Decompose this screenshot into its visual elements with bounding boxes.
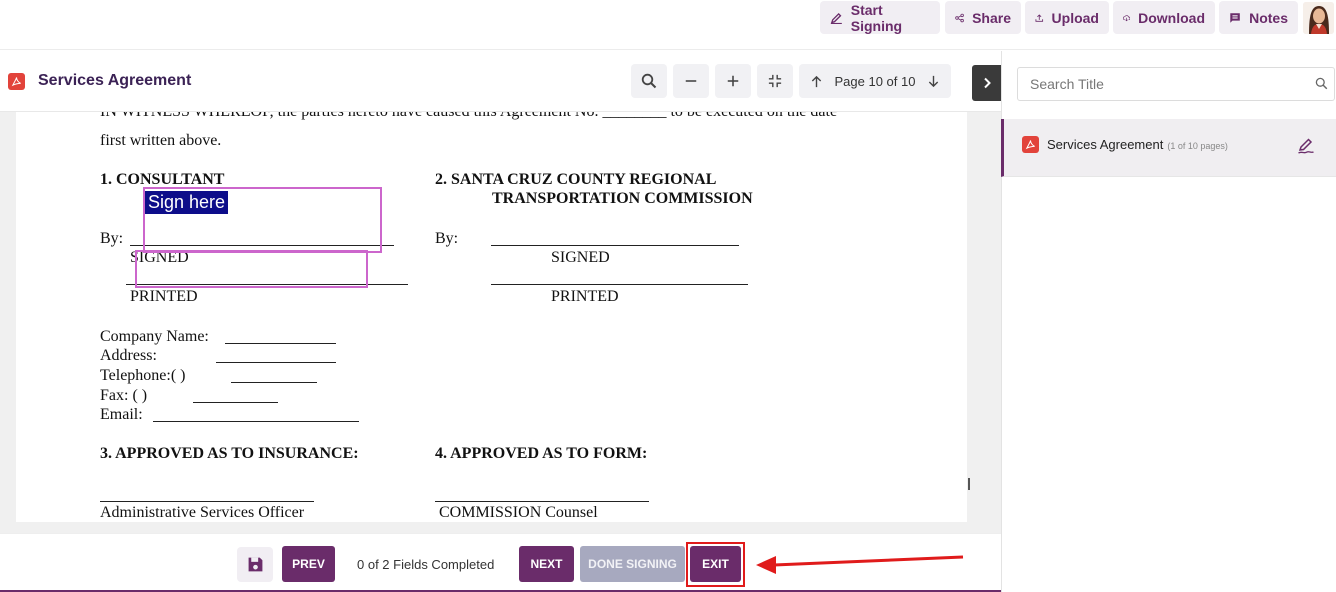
witness-clause-line-2: first written above. [100,132,222,149]
document-viewport[interactable]: IN WITNESS WHEREOF, the parties hereto h… [0,112,1001,533]
admin-officer-label: Administrative Services Officer [100,504,305,521]
counsel-label: COMMISSION Counsel [439,504,598,521]
email-line [153,421,359,422]
edit-sign-icon[interactable] [1297,137,1315,155]
pdf-icon [8,73,25,90]
user-avatar-icon [1303,2,1334,34]
notes-label: Notes [1249,9,1288,26]
sccrtc-heading-line-1: 2. SANTA CRUZ COUNTY REGIONAL [435,171,717,188]
search-document-button[interactable] [631,64,667,98]
start-signing-button[interactable]: Start Signing [820,1,940,34]
next-button[interactable]: NEXT [519,546,574,582]
save-button[interactable] [237,547,273,582]
search-icon [641,73,657,89]
sccrtc-heading-line-2: TRANSPORTATION COMMISSION [492,190,753,207]
signed-label-commission: SIGNED [551,249,610,266]
search-title-box [1017,67,1335,101]
plus-icon [727,75,739,87]
address-line [216,362,336,363]
avatar[interactable] [1303,2,1334,34]
start-signing-label: Start Signing [850,1,903,34]
email-label: Email: [100,406,143,423]
printed-label-commission: PRINTED [551,288,619,305]
page-navigator: Page 10 of 10 [799,64,951,98]
upload-label: Upload [1051,9,1099,26]
minus-icon [685,80,697,82]
fit-to-page-button[interactable] [757,64,793,98]
annotation-arrow-icon [756,555,964,574]
arrow-down-icon[interactable] [927,75,940,88]
download-label: Download [1138,9,1205,26]
sign-here-tag[interactable]: Sign here [145,191,229,214]
company-name-label: Company Name: [100,328,209,345]
save-icon [248,557,262,572]
by-label-commission: By: [435,230,459,247]
printed-line-commission [491,284,748,285]
sidebar-document-pages: (1 of 10 pages) [1167,141,1228,151]
download-button[interactable]: Download [1113,1,1215,34]
telephone-line [231,382,317,383]
by-label-consultant: By: [100,230,124,247]
witness-clause-line-1: IN WITNESS WHEREOF, the parties hereto h… [100,112,837,121]
exit-highlight-box [686,542,745,587]
telephone-label: Telephone:( ) [100,367,186,384]
form-approval-heading: 4. APPROVED AS TO FORM: [435,445,648,462]
download-cloud-icon [1123,14,1131,21]
document-title: Services Agreement [38,72,192,89]
printed-label-consultant: PRINTED [130,288,198,305]
search-title-input[interactable] [1030,68,1300,100]
sidebar-document-name: Services Agreement (1 of 10 pages) [1047,137,1228,152]
notes-icon [1230,12,1240,23]
signature-line-commission [491,245,739,246]
upload-button[interactable]: Upload [1025,1,1109,34]
fax-label: Fax: ( ) [100,387,148,404]
notes-button[interactable]: Notes [1219,1,1298,34]
pdf-icon [1022,136,1039,153]
counsel-line [435,501,649,502]
insurance-approval-heading: 3. APPROVED AS TO INSURANCE: [100,445,359,462]
arrow-up-icon[interactable] [810,75,823,88]
share-icon [955,13,964,22]
done-signing-button[interactable]: DONE SIGNING [580,546,685,582]
pen-icon [830,12,842,24]
zoom-out-button[interactable] [673,64,709,98]
sidebar-document-title: Services Agreement [1047,137,1164,152]
address-label: Address: [100,347,157,364]
search-icon[interactable] [1315,77,1328,90]
fit-icon [768,74,782,88]
company-name-line [225,343,336,344]
fields-completed-status: 0 of 2 Fields Completed [357,557,495,572]
admin-officer-line [100,501,314,502]
fax-line [193,402,278,403]
collapse-sidebar-button[interactable] [972,65,1001,101]
share-label: Share [972,9,1011,26]
chevron-right-icon [983,77,991,89]
share-button[interactable]: Share [945,1,1021,34]
page-indicator: Page 10 of 10 [834,73,916,89]
document-page: IN WITNESS WHEREOF, the parties hereto h… [16,112,967,522]
prev-button[interactable]: PREV [282,546,335,582]
upload-icon [1035,13,1044,22]
zoom-in-button[interactable] [715,64,751,98]
printed-name-field[interactable] [135,250,368,288]
document-scrollbar[interactable] [968,478,970,490]
